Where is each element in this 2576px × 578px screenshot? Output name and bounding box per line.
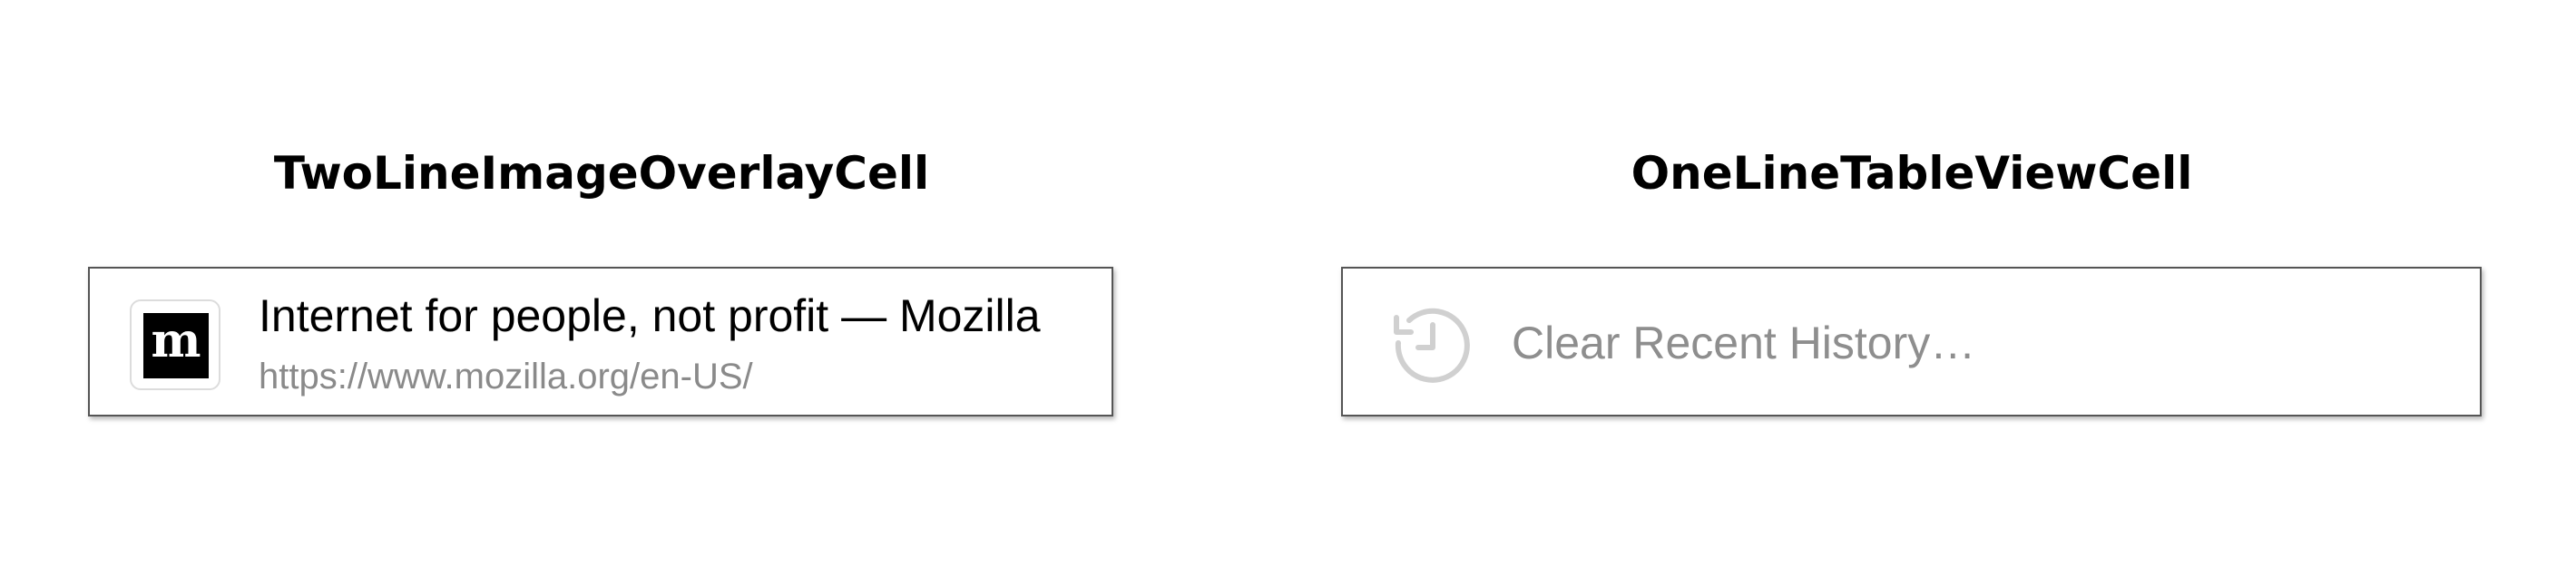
one-line-table-view-cell[interactable]: Clear Recent History… — [1341, 267, 2482, 416]
clear-recent-history-label: Clear Recent History… — [1512, 318, 1976, 368]
section-title-two-line-image-overlay-cell: TwoLineImageOverlayCell — [273, 147, 930, 200]
two-line-image-overlay-cell[interactable]: m Internet for people, not profit — Mozi… — [88, 267, 1113, 416]
history-icon — [1394, 308, 1470, 383]
cell-url: https://www.mozilla.org/en-US/ — [259, 357, 753, 397]
mozilla-logo-icon: m — [143, 313, 209, 378]
section-title-one-line-table-view-cell: OneLineTableViewCell — [1631, 147, 2193, 200]
cell-title: Internet for people, not profit — Mozill… — [259, 290, 1041, 341]
site-favicon: m — [130, 299, 220, 390]
